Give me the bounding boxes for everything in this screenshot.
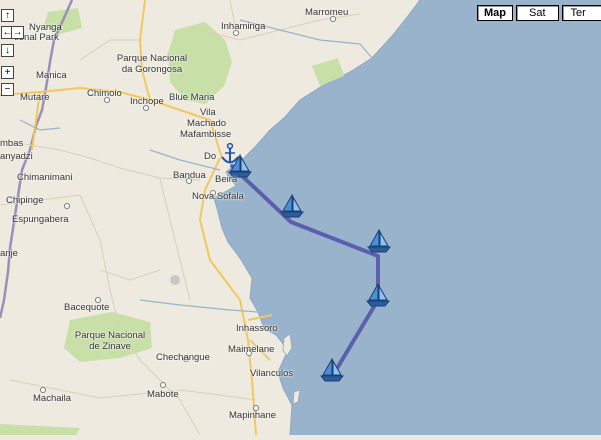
- place-label: Mapinhane: [229, 410, 277, 421]
- sailboat-icon[interactable]: [278, 194, 306, 218]
- place-label: Inchope: [130, 96, 164, 107]
- place-label: Blue Maria: [169, 92, 215, 103]
- place-label: Vilanculos: [250, 368, 294, 379]
- pan-right-button[interactable]: →: [11, 26, 24, 39]
- place-label: Vila: [200, 107, 216, 118]
- place-label: mbas: [0, 138, 24, 149]
- town-dot: [64, 203, 70, 209]
- pan-up-button[interactable]: ↑: [1, 9, 14, 22]
- place-label: Marromeu: [305, 7, 349, 18]
- place-label: Nova Sofala: [192, 191, 244, 202]
- place-label: de Zinave: [89, 341, 131, 352]
- place-label: Inhaminga: [221, 21, 266, 32]
- place-label: Parque Nacional: [74, 330, 146, 341]
- place-label: Bandua: [173, 170, 206, 181]
- town-dot: [160, 382, 166, 388]
- place-label: Bacequote: [64, 302, 110, 313]
- sailboat-icon[interactable]: [318, 358, 346, 382]
- map-type-satellite-button[interactable]: Sat: [516, 5, 559, 21]
- place-label: Maimelane: [228, 344, 275, 355]
- sailboat-icon[interactable]: [364, 283, 392, 307]
- place-label: da Gorongosa: [121, 64, 183, 75]
- map-type-selector: Map Sat Ter: [474, 5, 601, 21]
- map-canvas[interactable]: Nyanga tional Park Inhaminga Marromeu Pa…: [0, 0, 601, 436]
- place-label: Chechangue: [156, 352, 210, 363]
- zoom-out-button[interactable]: −: [1, 83, 14, 96]
- map-type-map-button[interactable]: Map: [477, 5, 513, 21]
- place-label: Chimoio: [87, 88, 122, 99]
- place-label: Parque Nacional: [116, 53, 188, 64]
- place-label: Machaila: [33, 393, 72, 404]
- sailboat-icon[interactable]: [365, 229, 393, 253]
- pan-down-button[interactable]: ↓: [1, 44, 14, 57]
- place-label: Machado: [187, 118, 227, 129]
- place-label: anje: [0, 248, 18, 259]
- place-label: Mabote: [147, 389, 179, 400]
- place-label: Mutare: [20, 92, 50, 103]
- place-label: Do: [204, 151, 217, 162]
- place-label: Chimanimani: [17, 172, 73, 183]
- zoom-in-button[interactable]: +: [1, 66, 14, 79]
- place-label: Manica: [36, 70, 67, 81]
- place-label: Beira: [215, 174, 238, 185]
- map-type-terrain-button[interactable]: Ter: [561, 5, 601, 21]
- place-label: Chipinge: [6, 195, 44, 206]
- place-label: Mafambisse: [180, 129, 232, 140]
- place-label: Espungabera: [12, 214, 69, 225]
- place-label: Inhassoro: [236, 323, 278, 334]
- place-label: anyadzi: [0, 151, 33, 162]
